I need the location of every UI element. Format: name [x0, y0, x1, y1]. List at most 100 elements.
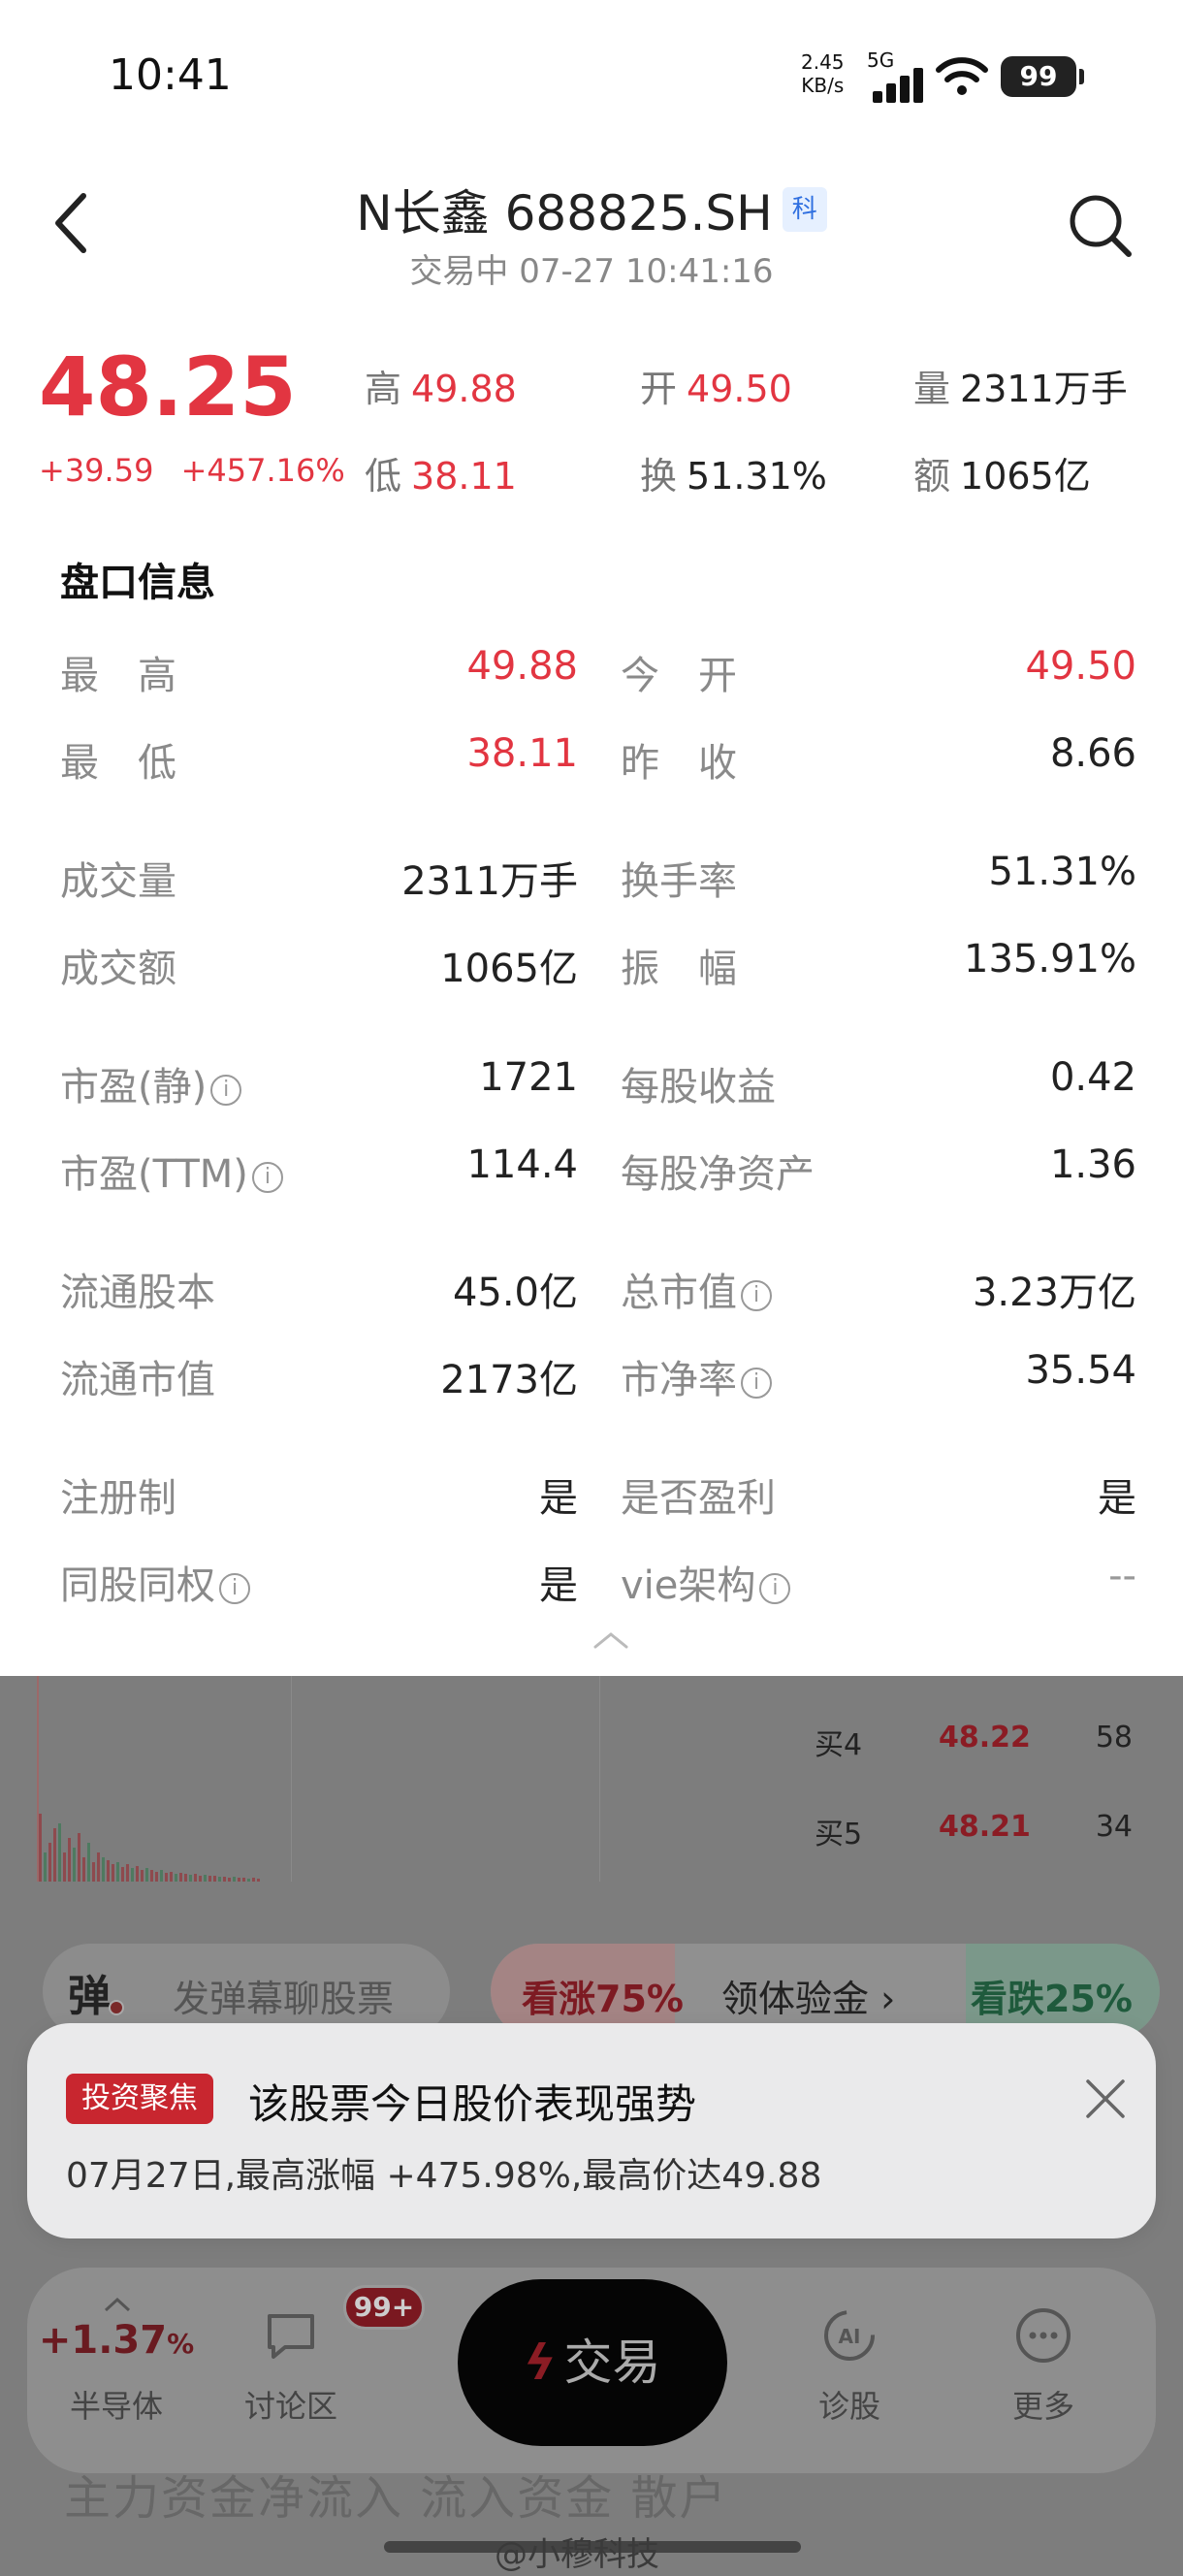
volume-bar: [228, 1878, 231, 1882]
experience-gold-link[interactable]: 领体验金 ›: [721, 1969, 895, 2022]
caret-up-icon: [104, 2297, 131, 2312]
trade-button[interactable]: ϟ 交易: [458, 2279, 727, 2446]
info-label: 同股同权 i: [60, 1554, 250, 1610]
info-label: 成交量: [60, 859, 176, 904]
volume-bar: [136, 1866, 139, 1882]
info-label: 注册制: [60, 1476, 176, 1521]
volume-bar: [165, 1873, 168, 1882]
info-value: 49.50: [1025, 644, 1136, 689]
volume-bar: [107, 1860, 110, 1882]
watermark: @小穆科技: [495, 2535, 659, 2574]
trade-status: 交易中 07-27 10:41:16: [409, 252, 774, 291]
lightning-icon: ϟ: [524, 2334, 557, 2391]
volume-bar: [247, 1879, 250, 1882]
info-icon[interactable]: i: [251, 1162, 283, 1193]
net-speed-value: 2.45: [801, 50, 845, 74]
info-row: 同股同权 i 是 vie架构 i --: [60, 1554, 1136, 1612]
info-value: 2311万手: [401, 859, 578, 904]
volume-bar: [112, 1864, 114, 1882]
quote-low: 低 38.11: [365, 446, 517, 499]
info-label: 成交额: [60, 947, 176, 991]
volume-bar: [126, 1864, 129, 1882]
volume-bar: [194, 1874, 197, 1882]
order-volume: 58: [1095, 1721, 1133, 1755]
volume-bar: [131, 1868, 134, 1882]
volume-bar: [116, 1862, 119, 1882]
info-value: 是: [539, 1476, 578, 1521]
danmu-placeholder: 发弹幕聊股票: [173, 1978, 395, 2020]
volume-bar: [257, 1879, 260, 1882]
quote-amount-value: 1065亿: [960, 455, 1091, 498]
quote-volume-label: 量: [913, 368, 951, 410]
background-text: 主力资金净流入 流入资金 散户: [64, 2471, 728, 2526]
search-icon[interactable]: [1065, 190, 1135, 260]
nav-diagnose[interactable]: AI 诊股: [764, 2268, 935, 2473]
header-title: N长鑫 688825.SH 科: [0, 175, 1183, 244]
info-label: 最 高: [60, 654, 176, 698]
info-label: vie架构 i: [621, 1554, 791, 1610]
order-level: 买4: [815, 1728, 863, 1762]
info-label: 今 开: [621, 654, 737, 698]
volume-bar: [121, 1867, 124, 1882]
info-row: 成交额 1065亿 振 幅 135.91%: [60, 937, 1136, 995]
info-value: 45.0亿: [452, 1271, 578, 1315]
info-icon[interactable]: i: [741, 1280, 772, 1311]
market-badge: 科: [782, 187, 827, 232]
vote-up-label: 看涨75%: [522, 1978, 684, 2020]
info-label-text: 总市值: [621, 1271, 737, 1315]
info-label-text: 市净率: [621, 1358, 737, 1402]
volume-bar: [102, 1857, 105, 1882]
nav-sector-label: 半导体: [69, 2388, 163, 2425]
info-value: 是: [539, 1563, 578, 1608]
info-label: 昨 收: [621, 741, 737, 786]
volume-bar: [242, 1878, 245, 1882]
info-row: 成交量 2311万手 换手率 51.31%: [60, 850, 1136, 908]
volume-bar: [223, 1877, 226, 1882]
nav-more[interactable]: 更多: [954, 2268, 1133, 2473]
volume-bar: [44, 1852, 47, 1882]
info-row: 市盈(TTM) i 114.4 每股净资产 1.36: [60, 1143, 1136, 1201]
info-icon[interactable]: i: [759, 1573, 791, 1604]
info-panel-title: 盘口信息: [60, 561, 215, 605]
nav-sector[interactable]: +1.37% 半导体: [27, 2268, 206, 2473]
chart-gridline: [291, 1676, 292, 1882]
info-label: 每股净资产: [621, 1152, 815, 1197]
vote-down-label: 看跌25%: [971, 1978, 1133, 2020]
wifi-icon: [936, 57, 988, 95]
quote-open: 开 49.50: [640, 359, 792, 412]
battery-icon: 99: [1001, 56, 1084, 97]
order-price: 48.21: [939, 1810, 1031, 1844]
quote-high-value: 49.88: [411, 368, 517, 410]
quote-high-label: 高: [365, 368, 402, 410]
close-icon[interactable]: [1080, 2074, 1131, 2124]
volume-bar: [184, 1874, 187, 1882]
signal-icon: [873, 68, 943, 103]
volume-bar: [204, 1875, 207, 1882]
investment-focus-card[interactable]: 投资聚焦 该股票今日股价表现强势 07月27日,最高涨幅 +475.98%,最高…: [27, 2023, 1156, 2238]
info-icon[interactable]: i: [741, 1368, 772, 1399]
collapse-chevron-icon[interactable]: [592, 1629, 630, 1651]
order-volume: 34: [1095, 1810, 1133, 1844]
info-label: 是否盈利: [621, 1476, 776, 1521]
info-icon[interactable]: i: [210, 1075, 242, 1106]
volume-bar: [82, 1857, 85, 1882]
volume-bar: [179, 1873, 182, 1882]
sector-change-value: +1.37: [38, 2318, 168, 2363]
info-icon[interactable]: i: [219, 1573, 250, 1604]
info-label-text: 市盈(静): [60, 1065, 208, 1110]
info-label: 市净率 i: [621, 1348, 772, 1404]
volume-bar: [208, 1876, 211, 1882]
info-label-text: vie架构: [621, 1563, 756, 1608]
info-value: 8.66: [1049, 731, 1136, 776]
volume-bar: [175, 1874, 177, 1882]
volume-bar: [48, 1843, 51, 1882]
info-label: 流通市值: [60, 1358, 215, 1402]
info-label: 市盈(静) i: [60, 1055, 242, 1111]
status-bar: 10:41 2.45 KB/s 5G 99: [0, 0, 1183, 155]
info-value: 135.91%: [964, 937, 1136, 982]
volume-bar: [170, 1872, 173, 1882]
quote-open-value: 49.50: [687, 368, 792, 410]
price-change: +39.59 +457.16%: [39, 452, 363, 489]
chat-icon: [268, 2314, 314, 2359]
status-time: 10:41: [109, 50, 232, 100]
